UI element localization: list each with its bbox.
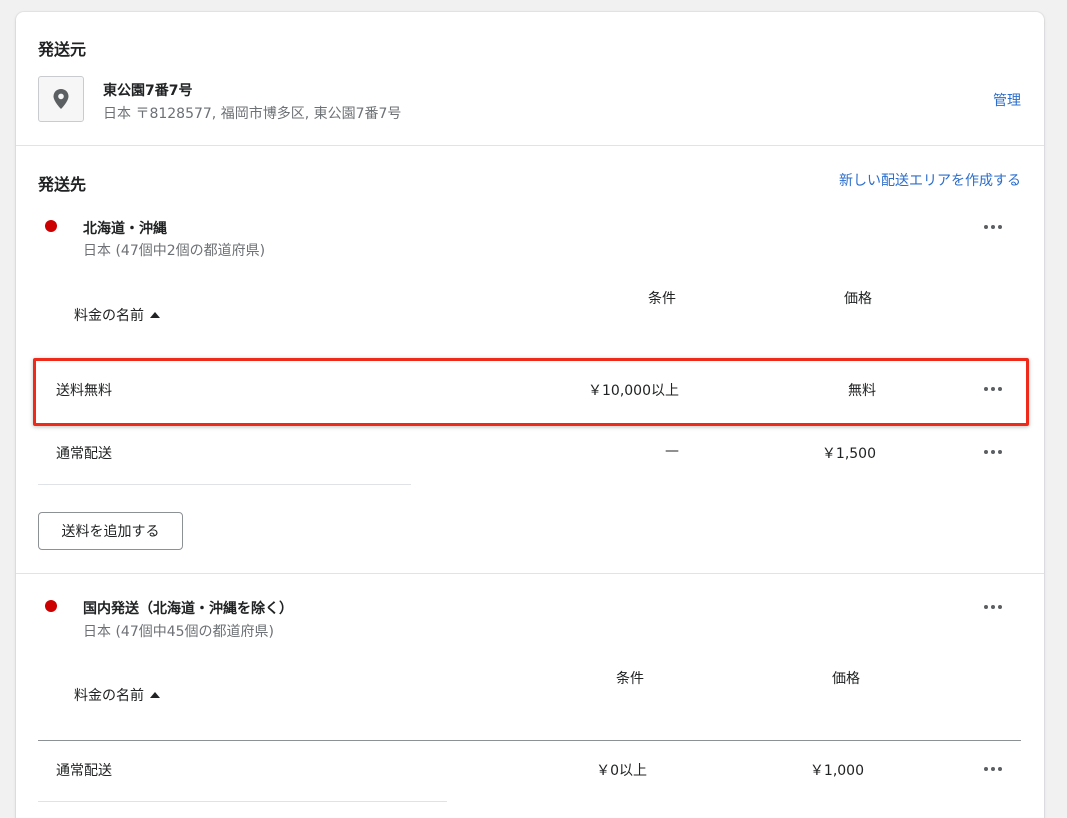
rate-name-column-header: 料金の名前: [74, 688, 144, 704]
price-column-header: 価格: [844, 291, 872, 307]
zone-status-dot: [45, 220, 57, 232]
zone-name: 北海道・沖縄: [83, 221, 167, 237]
origin-address-detail: 日本 〒8128577, 福岡市博多区, 東公園7番7号: [103, 106, 402, 122]
zone-more-actions-button[interactable]: [980, 218, 1006, 236]
row-divider: [38, 484, 411, 485]
rate-condition: —: [665, 443, 679, 459]
sort-ascending-icon: [150, 692, 160, 698]
sort-ascending-icon: [150, 312, 160, 318]
destination-title: 発送先: [38, 175, 87, 194]
rate-price: ￥1,000: [809, 763, 864, 779]
rate-name: 通常配送: [56, 763, 112, 779]
create-shipping-zone-link[interactable]: 新しい配送エリアを作成する: [839, 170, 1021, 190]
rate-more-actions-button[interactable]: [980, 443, 1006, 461]
rate-price: ￥1,500: [821, 446, 876, 462]
section-divider: [16, 145, 1044, 146]
sort-by-rate-name[interactable]: 料金の名前: [74, 305, 160, 325]
table-header-divider: [38, 740, 1021, 741]
zone-subtitle: 日本 (47個中2個の都道府県): [83, 243, 266, 259]
condition-column-header: 条件: [616, 671, 644, 687]
zone-name: 国内発送（北海道・沖縄を除く）: [83, 601, 293, 617]
rate-name-column-header: 料金の名前: [74, 308, 144, 324]
rate-more-actions-button[interactable]: [980, 760, 1006, 778]
origin-address-name: 東公園7番7号: [103, 83, 193, 99]
origin-title: 発送元: [38, 40, 87, 59]
condition-column-header: 条件: [648, 291, 676, 307]
row-divider: [38, 801, 447, 802]
zone-status-dot: [45, 600, 57, 612]
add-rate-button[interactable]: 送料を追加する: [38, 512, 183, 550]
rate-condition: ￥0以上: [596, 763, 647, 779]
zone-more-actions-button[interactable]: [980, 598, 1006, 616]
zone-subtitle: 日本 (47個中45個の都道府県): [83, 624, 275, 640]
manage-origin-link[interactable]: 管理: [993, 90, 1021, 110]
price-column-header: 価格: [832, 671, 860, 687]
location-pin-icon: [38, 76, 84, 122]
highlight-frame: [33, 358, 1029, 426]
rate-name: 通常配送: [56, 446, 112, 462]
zone-divider: [16, 573, 1044, 574]
sort-by-rate-name[interactable]: 料金の名前: [74, 685, 160, 705]
